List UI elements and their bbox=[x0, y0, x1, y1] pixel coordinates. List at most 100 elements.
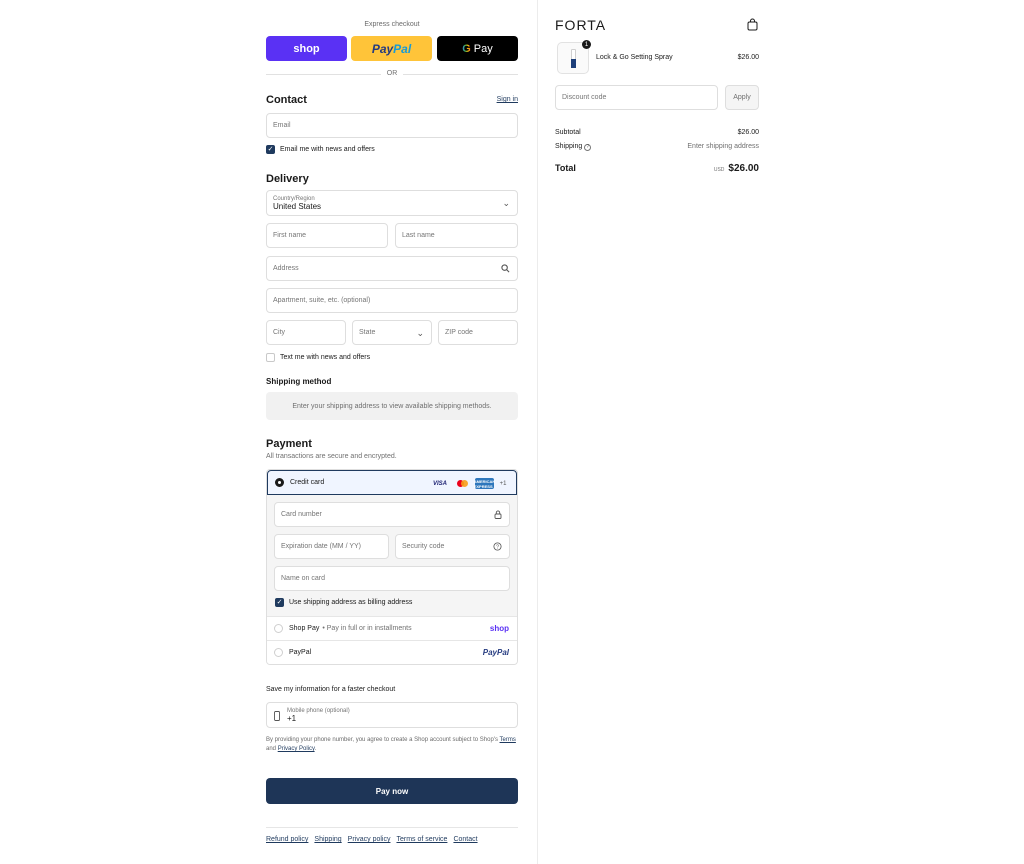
state-select[interactable]: State ⌄ bbox=[352, 320, 432, 345]
contact-link[interactable]: Contact bbox=[453, 836, 477, 843]
mastercard-icon bbox=[453, 478, 471, 489]
google-pay-label: Pay bbox=[473, 42, 493, 55]
city-placeholder: City bbox=[273, 329, 286, 336]
billing-address-label: Use shipping address as billing address bbox=[289, 599, 413, 606]
chevron-down-icon: ⌄ bbox=[416, 328, 424, 338]
total-value: $26.00 bbox=[728, 163, 759, 174]
shipping-value: Enter shipping address bbox=[687, 143, 759, 150]
text-news-checkbox[interactable]: Text me with news and offers bbox=[266, 353, 370, 362]
discount-code-placeholder: Discount code bbox=[562, 94, 607, 101]
footer-divider bbox=[266, 827, 518, 828]
subtotal-label: Subtotal bbox=[555, 129, 581, 136]
checkbox-checked-icon: ✓ bbox=[266, 145, 275, 154]
first-name-field[interactable]: First name bbox=[266, 223, 388, 248]
paypal-label-pal: Pal bbox=[393, 41, 412, 56]
mobile-phone-value: +1 bbox=[287, 713, 297, 723]
email-field[interactable]: Email bbox=[266, 113, 518, 138]
currency-code: USD bbox=[713, 167, 725, 173]
billing-address-checkbox[interactable]: ✓ Use shipping address as billing addres… bbox=[275, 598, 412, 607]
address-field[interactable]: Address bbox=[266, 256, 518, 281]
apartment-field[interactable]: Apartment, suite, etc. (optional) bbox=[266, 288, 518, 313]
or-divider: OR bbox=[266, 69, 518, 79]
visa-icon: VISA bbox=[432, 480, 447, 487]
delivery-heading: Delivery bbox=[266, 173, 309, 185]
total-label: Total bbox=[555, 163, 576, 173]
mobile-phone-field[interactable]: Mobile phone (optional) +1 bbox=[266, 702, 518, 728]
shop-pay-button[interactable]: shop bbox=[266, 36, 347, 61]
total-row: Total USD $26.00 bbox=[555, 163, 759, 174]
help-icon[interactable]: ? bbox=[584, 144, 592, 151]
privacy-policy-footer-link[interactable]: Privacy policy bbox=[348, 836, 391, 843]
shipping-label: Shipping bbox=[555, 143, 583, 150]
address-placeholder: Address bbox=[273, 265, 299, 272]
expiration-placeholder: Expiration date (MM / YY) bbox=[281, 543, 362, 550]
paypal-option-label: PayPal bbox=[289, 649, 312, 656]
checkbox-checked-icon: ✓ bbox=[275, 598, 284, 607]
credit-card-label: Credit card bbox=[290, 479, 325, 486]
shipping-row: Shipping? Enter shipping address bbox=[555, 143, 759, 151]
shop-pay-option[interactable]: Shop Pay • Pay in full or in installment… bbox=[267, 616, 517, 640]
paypal-button[interactable]: Pay Pal bbox=[351, 36, 432, 61]
email-news-label: Email me with news and offers bbox=[280, 146, 375, 153]
payment-heading: Payment bbox=[266, 438, 312, 450]
save-info-heading: Save my information for a faster checkou… bbox=[266, 686, 396, 693]
radio-unselected-icon bbox=[274, 624, 283, 633]
zip-placeholder: ZIP code bbox=[445, 329, 473, 336]
pay-now-button[interactable]: Pay now bbox=[266, 778, 518, 804]
card-number-field[interactable]: Card number bbox=[274, 502, 510, 527]
product-price: $26.00 bbox=[737, 54, 759, 61]
radio-selected-icon bbox=[275, 478, 284, 487]
terms-link[interactable]: Terms bbox=[500, 737, 516, 743]
google-pay-button[interactable]: G Pay bbox=[437, 36, 518, 61]
shipping-policy-link[interactable]: Shipping bbox=[314, 836, 341, 843]
shopping-bag-icon[interactable] bbox=[747, 18, 758, 31]
security-code-placeholder: Security code bbox=[402, 543, 445, 550]
help-icon[interactable]: ? bbox=[493, 542, 502, 553]
privacy-policy-link[interactable]: Privacy Policy bbox=[278, 746, 315, 752]
quantity-badge: 1 bbox=[582, 40, 591, 49]
terms-of-service-link[interactable]: Terms of service bbox=[396, 836, 447, 843]
credit-card-option[interactable]: Credit card VISA AMERICAN EXPRESS +1 bbox=[267, 470, 517, 495]
city-field[interactable]: City bbox=[266, 320, 346, 345]
payment-methods: Credit card VISA AMERICAN EXPRESS +1 Car… bbox=[266, 469, 518, 665]
checkbox-unchecked-icon bbox=[266, 353, 275, 362]
contact-heading: Contact bbox=[266, 94, 307, 106]
card-number-placeholder: Card number bbox=[281, 511, 322, 518]
phone-disclaimer: By providing your phone number, you agre… bbox=[266, 737, 516, 752]
column-divider bbox=[537, 0, 538, 864]
country-select[interactable]: Country/Region United States ⌄ bbox=[266, 190, 518, 216]
shipping-method-note: Enter your shipping address to view avai… bbox=[266, 392, 518, 420]
credit-card-form: Card number Expiration date (MM / YY) Se… bbox=[267, 495, 517, 616]
country-value: United States bbox=[273, 201, 322, 211]
refund-policy-link[interactable]: Refund policy bbox=[266, 836, 308, 843]
radio-unselected-icon bbox=[274, 648, 283, 657]
express-checkout-title: Express checkout bbox=[364, 21, 420, 28]
expiration-field[interactable]: Expiration date (MM / YY) bbox=[274, 534, 389, 559]
paypal-label-pay: Pay bbox=[371, 41, 394, 56]
zip-field[interactable]: ZIP code bbox=[438, 320, 518, 345]
name-on-card-field[interactable]: Name on card bbox=[274, 566, 510, 591]
product-name: Lock & Go Setting Spray bbox=[596, 54, 673, 61]
email-placeholder: Email bbox=[273, 122, 291, 129]
sign-in-link[interactable]: Sign in bbox=[497, 96, 518, 103]
last-name-placeholder: Last name bbox=[402, 232, 435, 239]
email-news-checkbox[interactable]: ✓ Email me with news and offers bbox=[266, 145, 375, 154]
chevron-down-icon: ⌄ bbox=[502, 198, 510, 208]
state-placeholder: State bbox=[359, 329, 376, 336]
footer-links: Refund policy Shipping Privacy policy Te… bbox=[266, 836, 478, 843]
security-code-field[interactable]: Security code ? bbox=[395, 534, 510, 559]
google-g-icon: G bbox=[462, 42, 471, 55]
apartment-placeholder: Apartment, suite, etc. (optional) bbox=[273, 297, 371, 304]
store-logo[interactable]: FORTA bbox=[555, 17, 606, 33]
shop-pay-label: shop bbox=[293, 42, 320, 55]
discount-code-field[interactable]: Discount code bbox=[555, 85, 718, 110]
paypal-logo-icon: PayPal bbox=[482, 648, 509, 657]
paypal-option[interactable]: PayPal PayPal bbox=[267, 640, 517, 664]
amex-icon: AMERICAN EXPRESS bbox=[473, 478, 496, 489]
last-name-field[interactable]: Last name bbox=[395, 223, 518, 248]
mobile-phone-icon bbox=[274, 711, 280, 723]
subtotal-value: $26.00 bbox=[737, 129, 759, 136]
apply-button[interactable]: Apply bbox=[725, 85, 759, 110]
svg-text:?: ? bbox=[496, 544, 499, 550]
more-cards-badge: +1 bbox=[499, 480, 507, 487]
